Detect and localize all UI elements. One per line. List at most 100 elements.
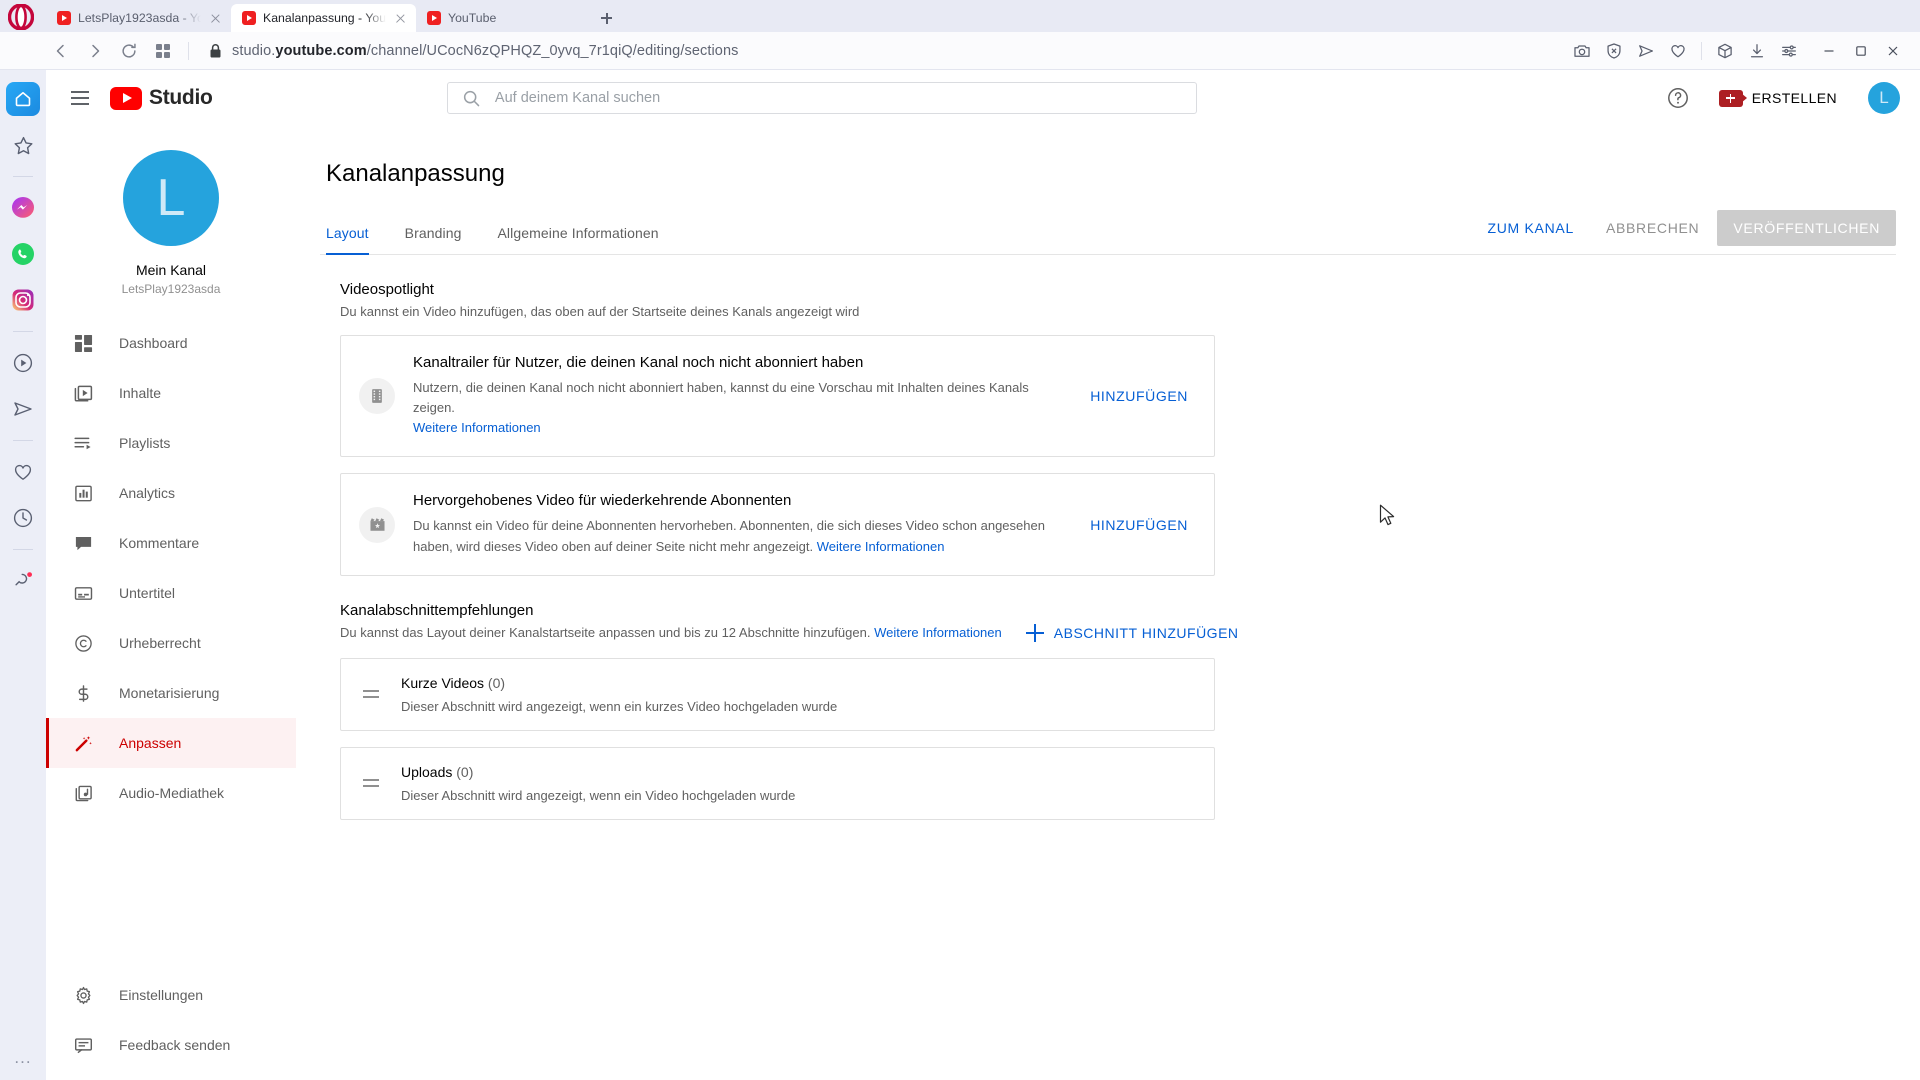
avatar[interactable]: L bbox=[1868, 82, 1900, 114]
forward-icon[interactable] bbox=[80, 36, 110, 66]
sidebar-item-label: Untertitel bbox=[119, 585, 176, 601]
drag-handle-icon[interactable] bbox=[359, 779, 383, 788]
send-arrow-icon[interactable] bbox=[1631, 36, 1661, 66]
sidebar-item-anpassen[interactable]: Anpassen bbox=[46, 718, 296, 768]
heart-icon[interactable] bbox=[1663, 36, 1693, 66]
browser-tab-1[interactable]: Kanalanpassung - YouTube bbox=[231, 4, 416, 32]
new-tab-button[interactable] bbox=[592, 4, 620, 32]
studio-logo[interactable]: Studio bbox=[110, 86, 213, 110]
sidebar-more-button[interactable]: ... bbox=[14, 1048, 31, 1068]
download-icon[interactable] bbox=[1742, 36, 1772, 66]
card-description-text: Du kannst ein Video für deine Abonnenten… bbox=[413, 518, 1045, 554]
add-featured-button[interactable]: HINZUFÜGEN bbox=[1084, 509, 1194, 541]
tab-title: Kanalanpassung - YouTube bbox=[263, 11, 386, 25]
ad-blocker-shield-icon[interactable] bbox=[1599, 36, 1629, 66]
card-title: Kanaltrailer für Nutzer, die deinen Kana… bbox=[413, 354, 864, 371]
close-icon[interactable] bbox=[1878, 36, 1908, 66]
sidebar-divider bbox=[13, 440, 33, 441]
learn-more-link[interactable]: Weitere Informationen bbox=[413, 420, 541, 435]
player-icon[interactable] bbox=[6, 346, 40, 380]
maximize-icon[interactable] bbox=[1846, 36, 1876, 66]
create-button-label: ERSTELLEN bbox=[1751, 90, 1837, 106]
sidebar-item-label: Inhalte bbox=[119, 385, 162, 401]
sidebar-item-urheberrecht[interactable]: Urheberrecht bbox=[46, 618, 296, 668]
spotlight-card-trailer: Kanaltrailer für Nutzer, die deinen Kana… bbox=[340, 335, 1215, 458]
close-icon[interactable] bbox=[208, 11, 223, 26]
close-icon[interactable] bbox=[393, 11, 408, 26]
section-subtitle: Du kannst das Layout deiner Kanalstartse… bbox=[340, 625, 1002, 640]
channel-block: L Mein Kanal LetsPlay1923asda bbox=[46, 132, 296, 318]
section-row-title: Uploads (0) bbox=[401, 764, 795, 780]
search-input[interactable]: Auf deinem Kanal suchen bbox=[446, 82, 1197, 114]
sidebar-item-analytics[interactable]: Analytics bbox=[46, 468, 296, 518]
back-icon[interactable] bbox=[46, 36, 76, 66]
browser-tab-2[interactable]: YouTube bbox=[416, 4, 586, 32]
sidebar-item-inhalte[interactable]: Inhalte bbox=[46, 368, 296, 418]
create-button[interactable]: ERSTELLEN bbox=[1705, 80, 1852, 116]
help-circle-icon[interactable] bbox=[1666, 86, 1690, 110]
pinboard-icon[interactable] bbox=[6, 564, 40, 598]
reload-icon[interactable] bbox=[114, 36, 144, 66]
tab-branding[interactable]: Branding bbox=[387, 225, 480, 254]
browser-tab-0[interactable]: LetsPlay1923asda - YouTub bbox=[46, 4, 231, 32]
content-video-icon bbox=[71, 381, 95, 405]
telegram-send-icon[interactable] bbox=[6, 392, 40, 426]
sidebar-item-label: Monetarisierung bbox=[119, 685, 220, 701]
hamburger-menu-icon[interactable] bbox=[60, 78, 100, 118]
sidebar-item-einstellungen[interactable]: Einstellungen bbox=[46, 970, 296, 1020]
sidebar-item-playlists[interactable]: Playlists bbox=[46, 418, 296, 468]
playlist-icon bbox=[71, 431, 95, 455]
youtube-studio-app: Studio Auf deinem Kanal suchen ERSTELLEN… bbox=[46, 70, 1920, 1080]
tab-grid-icon[interactable] bbox=[148, 36, 178, 66]
crypto-wallet-cube-icon[interactable] bbox=[1710, 36, 1740, 66]
sidebar-item-audio-mediathek[interactable]: Audio-Mediathek bbox=[46, 768, 296, 818]
studio-main: L Mein Kanal LetsPlay1923asda Dashboard … bbox=[46, 126, 1920, 1080]
instagram-icon[interactable] bbox=[6, 283, 40, 317]
cancel-button[interactable]: ABBRECHEN bbox=[1592, 211, 1713, 245]
drag-handle-icon[interactable] bbox=[359, 690, 383, 699]
view-channel-button[interactable]: ZUM KANAL bbox=[1474, 211, 1588, 245]
browser-toolbar-icons bbox=[1567, 36, 1804, 66]
url-bar[interactable]: studio.youtube.com/channel/UCocN6zQPHQZ_… bbox=[199, 43, 1563, 59]
minimize-icon[interactable] bbox=[1814, 36, 1844, 66]
learn-more-link[interactable]: Weitere Informationen bbox=[874, 625, 1002, 640]
whatsapp-icon[interactable] bbox=[6, 237, 40, 271]
sidebar-divider bbox=[13, 549, 33, 550]
plus-icon bbox=[1025, 623, 1044, 642]
page-tabs: Layout Branding Allgemeine Informationen bbox=[320, 225, 677, 255]
section-row-title: Kurze Videos (0) bbox=[401, 675, 837, 691]
favorites-star-icon[interactable] bbox=[6, 128, 40, 162]
sidebar-item-untertitel[interactable]: Untertitel bbox=[46, 568, 296, 618]
sidebar-item-label: Urheberrecht bbox=[119, 635, 201, 651]
add-section-button[interactable]: ABSCHNITT HINZUFÜGEN bbox=[1025, 623, 1239, 642]
easy-setup-sliders-icon[interactable] bbox=[1774, 36, 1804, 66]
history-clock-icon[interactable] bbox=[6, 501, 40, 535]
analytics-bar-icon bbox=[71, 481, 95, 505]
sidebar-item-kommentare[interactable]: Kommentare bbox=[46, 518, 296, 568]
snapshot-camera-icon[interactable] bbox=[1567, 36, 1597, 66]
sidebar-item-dashboard[interactable]: Dashboard bbox=[46, 318, 296, 368]
channel-avatar[interactable]: L bbox=[123, 150, 219, 246]
subtitles-icon bbox=[71, 581, 95, 605]
learn-more-link[interactable]: Weitere Informationen bbox=[817, 539, 945, 554]
section-row-uploads[interactable]: Uploads (0) Dieser Abschnitt wird angeze… bbox=[340, 746, 1215, 820]
section-row-name: Uploads bbox=[401, 763, 453, 780]
tab-layout[interactable]: Layout bbox=[320, 225, 387, 255]
section-row-kurze-videos[interactable]: Kurze Videos (0) Dieser Abschnitt wird a… bbox=[340, 657, 1215, 731]
heart-icon[interactable] bbox=[6, 455, 40, 489]
comment-icon bbox=[71, 531, 95, 555]
feedback-icon bbox=[71, 1033, 95, 1057]
messenger-icon[interactable] bbox=[6, 191, 40, 225]
sidebar-item-label: Audio-Mediathek bbox=[119, 785, 225, 801]
youtube-favicon bbox=[57, 11, 71, 25]
studio-header: Studio Auf deinem Kanal suchen ERSTELLEN… bbox=[46, 70, 1920, 126]
add-trailer-button[interactable]: HINZUFÜGEN bbox=[1084, 380, 1194, 412]
sidebar-item-monetarisierung[interactable]: Monetarisierung bbox=[46, 668, 296, 718]
tab-allgemeine-informationen[interactable]: Allgemeine Informationen bbox=[479, 225, 676, 254]
sidebar-item-feedback[interactable]: Feedback senden bbox=[46, 1020, 296, 1070]
home-icon[interactable] bbox=[6, 82, 40, 116]
settings-gear-icon bbox=[71, 983, 95, 1007]
publish-button[interactable]: VERÖFFENTLICHEN bbox=[1717, 210, 1896, 246]
tab-title: YouTube bbox=[448, 11, 497, 25]
url-text: studio.youtube.com/channel/UCocN6zQPHQZ_… bbox=[232, 42, 739, 59]
